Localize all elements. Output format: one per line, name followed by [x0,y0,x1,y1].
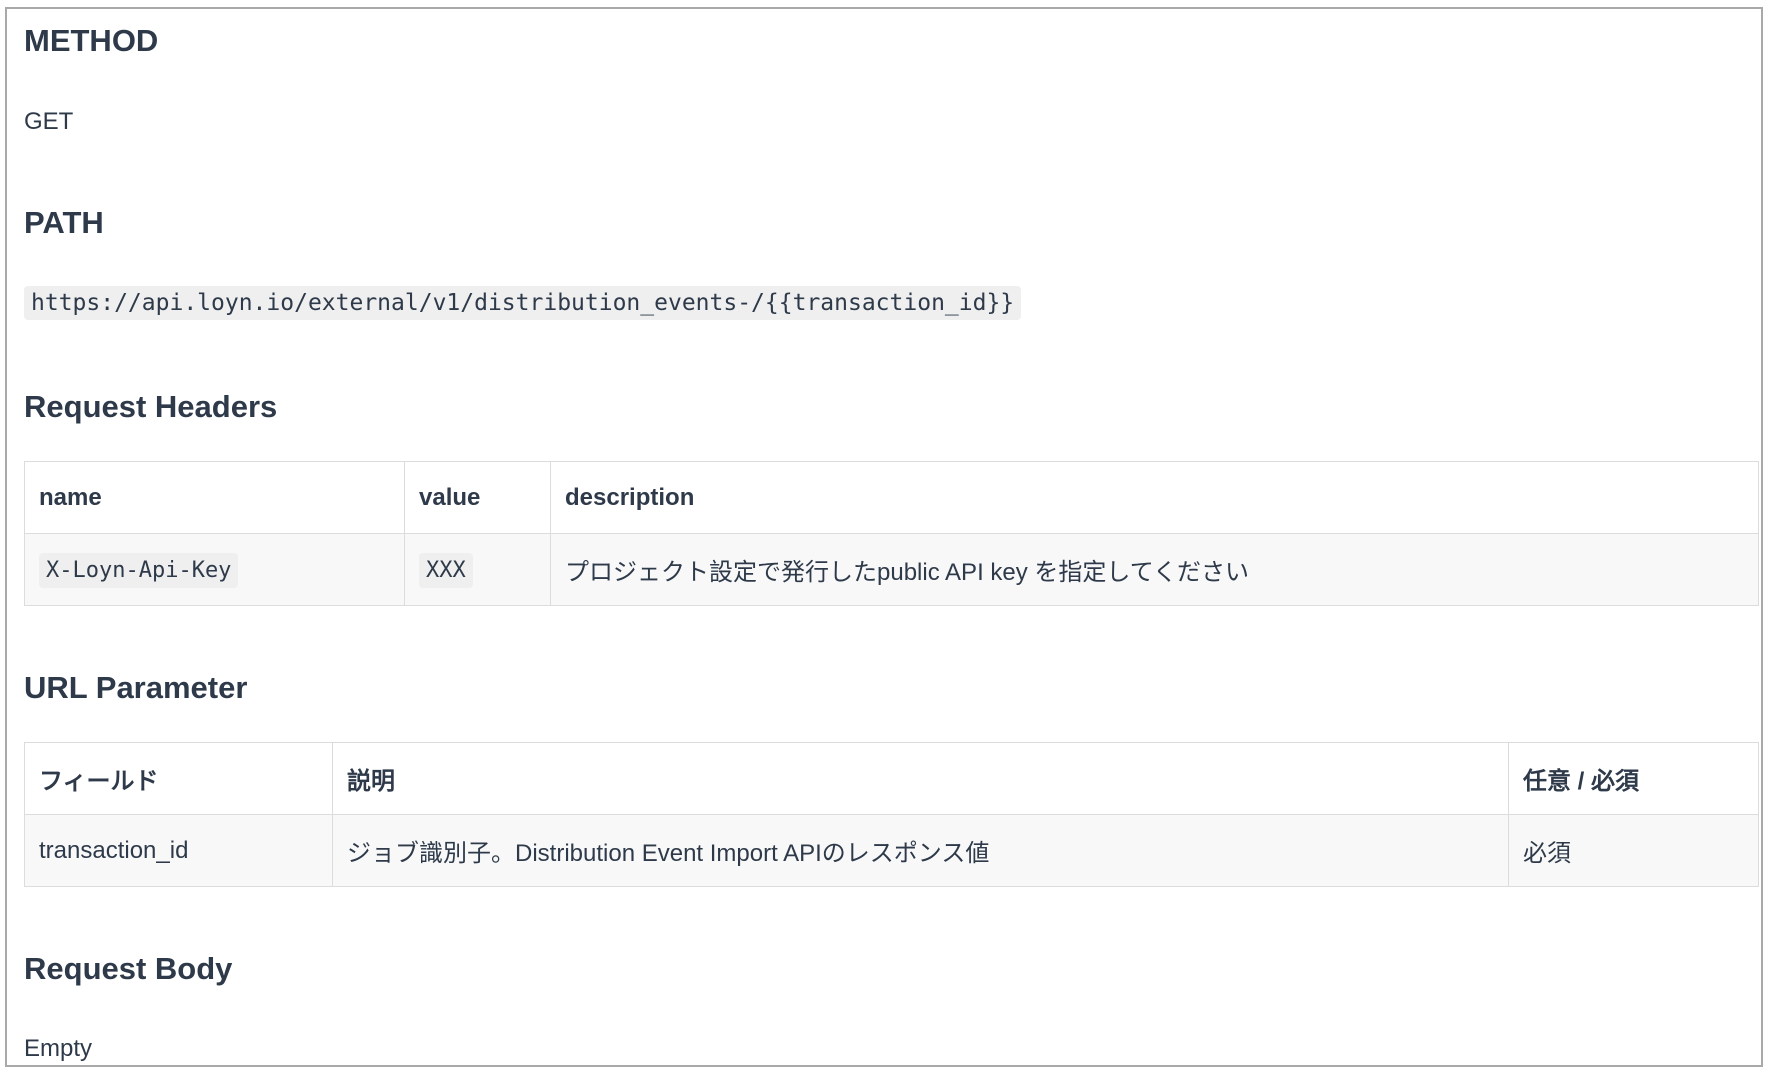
table-header-row: フィールド 説明 任意 / 必須 [24,742,1759,815]
header-name-cell: X-Loyn-Api-Key [24,533,405,606]
url-parameter-heading: URL Parameter [24,670,248,705]
request-body-heading: Request Body [24,951,233,986]
path-url-code: https://api.loyn.io/external/v1/distribu… [24,286,1022,320]
header-value-code: XXX [419,552,473,588]
table-row: X-Loyn-Api-Key XXX プロジェクト設定で発行したpublic A… [24,533,1759,606]
column-header-name: name [24,461,405,534]
request-body-value: Empty [24,1035,93,1062]
param-description-cell: ジョブ識別子。Distribution Event Import APIのレスポ… [332,814,1509,887]
table-header-row: name value description [24,461,1759,534]
request-headers-table: name value description X-Loyn-Api-Key XX… [24,461,1759,606]
path-heading: PATH [24,205,104,240]
table-row: transaction_id ジョブ識別子。Distribution Event… [24,814,1759,887]
column-header-field: フィールド [24,742,333,815]
header-value-cell: XXX [404,533,551,606]
column-header-description: description [550,461,1759,534]
document-frame: METHOD GET PATH https://api.loyn.io/exte… [5,7,1763,1067]
header-description-cell: プロジェクト設定で発行したpublic API key を指定してください [550,533,1759,606]
column-header-description: 説明 [332,742,1509,815]
param-required-cell: 必須 [1508,814,1759,887]
header-name-code: X-Loyn-Api-Key [39,552,239,588]
request-headers-heading: Request Headers [24,389,278,424]
url-parameter-table: フィールド 説明 任意 / 必須 transaction_id ジョブ識別子。D… [24,742,1759,887]
column-header-required: 任意 / 必須 [1508,742,1759,815]
method-heading: METHOD [24,23,159,58]
column-header-value: value [404,461,551,534]
method-value: GET [24,108,74,135]
param-field-cell: transaction_id [24,814,333,887]
